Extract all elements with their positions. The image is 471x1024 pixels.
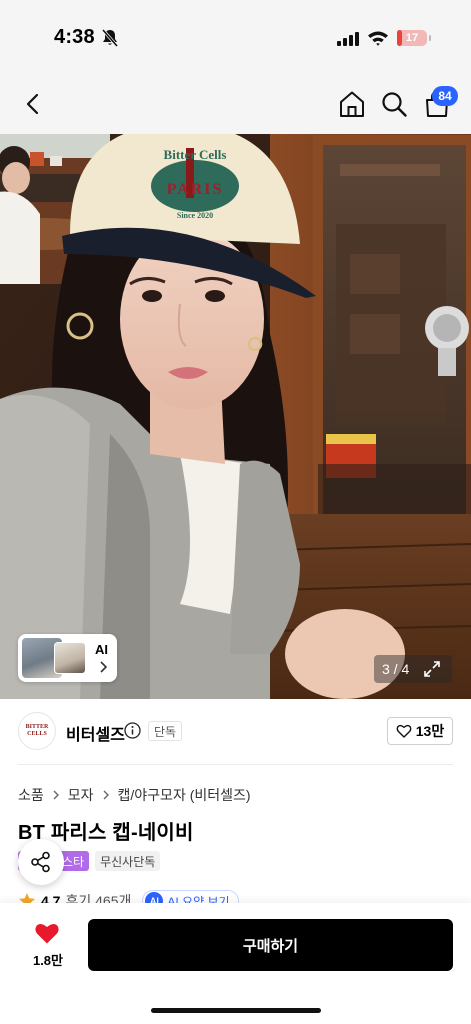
product-image[interactable]: PARIS Bitter Cells Since 2020: [0, 134, 471, 699]
battery-level: 17: [405, 32, 419, 44]
status-time: 4:38: [54, 26, 95, 48]
status-indicators: 17: [337, 28, 431, 48]
chevron-right-icon: [103, 790, 109, 800]
wish-count: 1.8만: [32, 953, 64, 968]
heart-outline-icon: [396, 724, 412, 738]
breadcrumb: 소품 모자 캡/야구모자 (비터셀즈): [18, 785, 251, 805]
search-icon[interactable]: [378, 88, 410, 120]
hat-logo-since: Since 2020: [177, 211, 213, 220]
buy-button[interactable]: 구매하기: [88, 919, 453, 971]
brand-logo-line: BITTER: [25, 724, 49, 731]
hat-logo-paris: PARIS: [167, 181, 224, 198]
breadcrumb-item[interactable]: 소품: [18, 785, 44, 805]
bell-slash-icon: [101, 29, 119, 47]
page-indicator-text: 3 / 4: [382, 661, 410, 677]
battery-icon: 17: [397, 30, 427, 46]
image-thumbnail-strip[interactable]: AI: [18, 634, 117, 682]
brand-exclusive-badge: 단독: [148, 721, 183, 741]
thumbnail-ai-label: AI: [95, 642, 108, 657]
info-icon[interactable]: [124, 722, 141, 739]
share-icon: [31, 851, 50, 873]
bottom-action-bar: 1.8만 구매하기: [0, 903, 471, 1024]
divider: [18, 764, 453, 765]
image-page-indicator[interactable]: 3 / 4: [374, 655, 452, 683]
home-indicator: [151, 1008, 321, 1013]
brand-logo-line: CELLS: [27, 731, 47, 737]
brand-like-count: 13만: [415, 723, 445, 739]
tag-exclusive: 무신사단독: [95, 851, 161, 871]
cellular-signal-icon: [337, 30, 359, 46]
back-chevron-icon[interactable]: [18, 88, 50, 120]
battery-tip: [429, 35, 431, 41]
cart-count-badge: 84: [432, 86, 458, 106]
status-bar: 4:38 17: [0, 0, 471, 74]
breadcrumb-item[interactable]: 캡/야구모자 (비터셀즈): [118, 785, 251, 805]
wifi-icon: [368, 31, 388, 46]
brand-logo[interactable]: BITTER CELLS: [18, 712, 56, 750]
thumbnail-image[interactable]: [54, 642, 86, 674]
top-nav-bar: [0, 74, 471, 134]
expand-icon[interactable]: [423, 660, 441, 678]
hat-logo-bitter-cells: Bitter Cells: [164, 147, 227, 162]
brand-like-button[interactable]: 13만: [387, 717, 453, 745]
breadcrumb-item[interactable]: 모자: [68, 785, 94, 805]
heart-filled-icon[interactable]: [34, 921, 60, 945]
brand-row: BITTER CELLS 비터셀즈 단독 13만: [0, 700, 471, 764]
chevron-right-icon: [100, 661, 108, 673]
brand-name[interactable]: 비터셀즈: [66, 721, 125, 745]
home-icon[interactable]: [336, 88, 368, 120]
chevron-right-icon: [53, 790, 59, 800]
share-button[interactable]: [18, 839, 64, 885]
